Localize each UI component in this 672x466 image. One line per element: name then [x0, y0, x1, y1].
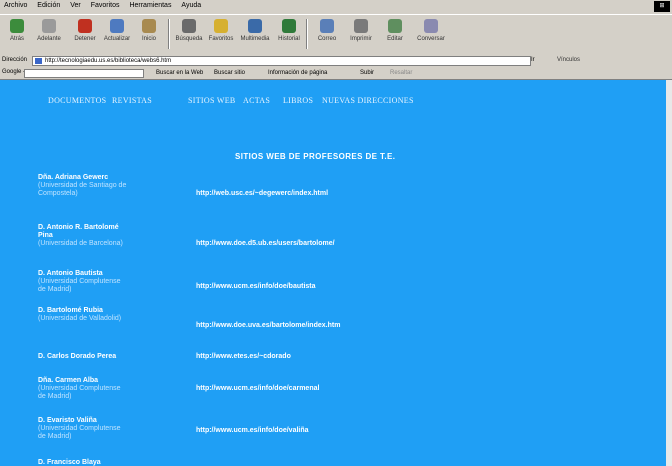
search-button[interactable]: Búsqueda: [174, 17, 204, 42]
nav-revistas[interactable]: REVISTAS: [112, 96, 152, 105]
entry-name: Dña. Carmen Alba (Universidad Complutense…: [38, 377, 128, 401]
address-input[interactable]: http://tecnologiaedu.us.es/biblioteca/we…: [32, 56, 531, 66]
google-highlight[interactable]: Resaltar: [390, 70, 412, 76]
mail-icon: [320, 19, 334, 33]
entry-affiliation: (Universidad Complutense de Madrid): [38, 425, 121, 440]
entry-url-link[interactable]: http://www.ucm.es/info/doe/valiña: [196, 427, 309, 434]
print-icon: [354, 19, 368, 33]
address-label: Dirección: [2, 57, 28, 63]
back-button[interactable]: Atrás: [2, 17, 32, 42]
menu-herramientas[interactable]: Herramientas: [129, 2, 171, 9]
menu-ver[interactable]: Ver: [70, 2, 81, 9]
entry-affiliation: (Universidad de Valladolid): [38, 315, 122, 322]
google-search-web[interactable]: Buscar en la Web: [156, 70, 203, 76]
refresh-button[interactable]: Actualizar: [102, 17, 132, 42]
google-search-site[interactable]: Buscar sitio: [214, 70, 245, 76]
menu-bar: Archivo Edición Ver Favoritos Herramient…: [0, 0, 672, 13]
entry-url-link[interactable]: http://www.ucm.es/info/doe/bautista: [196, 283, 316, 290]
nav-sitios-web[interactable]: SITIOS WEB: [188, 96, 236, 105]
address-value: http://tecnologiaedu.us.es/biblioteca/we…: [45, 58, 172, 64]
media-button[interactable]: Multimedia: [240, 17, 270, 42]
discuss-button[interactable]: Conversar: [416, 17, 446, 42]
entry-name: D. Bartolomé Rubia (Universidad de Vallad…: [38, 307, 128, 323]
entry-url-link[interactable]: http://www.doe.uva.es/bartolome/index.ht…: [196, 322, 340, 329]
address-bar: Dirección http://tecnologiaedu.us.es/bib…: [0, 55, 672, 66]
stop-button[interactable]: Detener: [70, 17, 100, 42]
google-logo[interactable]: Google -: [2, 69, 25, 75]
google-search-input[interactable]: [24, 69, 144, 78]
entry-affiliation: (Universidad Complutense de Madrid): [38, 385, 121, 400]
google-toolbar: Google - Buscar en la Web Buscar sitio I…: [0, 67, 672, 80]
home-icon: [142, 19, 156, 33]
discuss-icon: [424, 19, 438, 33]
nav-nuevas-direcciones[interactable]: NUEVAS DIRECCIONES: [322, 96, 414, 105]
menu-favoritos[interactable]: Favoritos: [91, 2, 120, 9]
entry-url-link[interactable]: http://www.doe.d5.ub.es/users/bartolome/: [196, 240, 335, 247]
favorites-icon: [214, 19, 228, 33]
print-button[interactable]: Imprimir: [346, 17, 376, 42]
browser-toolbar: Atrás Adelante Detener Actualizar Inicio…: [0, 14, 672, 56]
home-button[interactable]: Inicio: [134, 17, 164, 42]
web-page: DOCUMENTOS REVISTAS SITIOS WEB ACTAS LIB…: [0, 80, 672, 466]
favorites-button[interactable]: Favoritos: [206, 17, 236, 42]
forward-arrow-icon: [42, 19, 56, 33]
windows-logo-icon: ⊞: [654, 1, 670, 12]
entry-name: D. Evaristo Valiña (Universidad Compluten…: [38, 417, 128, 441]
back-arrow-icon: [10, 19, 24, 33]
nav-libros[interactable]: LIBROS: [283, 96, 313, 105]
stop-icon: [78, 19, 92, 33]
entry-name: Dña. Adriana Gewerc (Universidad de Santi…: [38, 174, 127, 197]
scrollbar[interactable]: [666, 80, 672, 466]
nav-documentos[interactable]: DOCUMENTOS: [48, 96, 106, 105]
page-icon: [35, 58, 42, 64]
entry-url-link[interactable]: http://www.ucm.es/info/doe/carmenal: [196, 385, 319, 392]
page-title: SITIOS WEB DE PROFESORES DE T.E.: [235, 152, 396, 161]
history-icon: [282, 19, 296, 33]
nav-actas[interactable]: ACTAS: [243, 96, 270, 105]
edit-button[interactable]: Editar: [380, 17, 410, 42]
edit-icon: [388, 19, 402, 33]
entry-name: D. Francisco Blaya: [38, 459, 101, 466]
entry-url-link[interactable]: http://www.etes.es/~cdorado: [196, 353, 291, 360]
menu-ayuda[interactable]: Ayuda: [181, 2, 201, 9]
refresh-icon: [110, 19, 124, 33]
search-icon: [182, 19, 196, 33]
entry-affiliation: (Universidad Complutense de Madrid): [38, 278, 121, 293]
entry-affiliation: (Universidad de Santiago de Compostela): [38, 182, 127, 197]
media-icon: [248, 19, 262, 33]
history-button[interactable]: Historial: [274, 17, 304, 42]
entry-affiliation: (Universidad de Barcelona): [38, 240, 123, 247]
links-button[interactable]: Vínculos: [557, 57, 580, 63]
go-button[interactable]: Ir: [531, 57, 535, 63]
forward-button[interactable]: Adelante: [34, 17, 64, 42]
google-up[interactable]: Subir: [360, 70, 374, 76]
mail-button[interactable]: Correo: [312, 17, 342, 42]
entry-url-link[interactable]: http://web.usc.es/~degewerc/index.html: [196, 190, 328, 197]
entry-name: D. Antonio R. Bartolomé Pina (Universidad…: [38, 224, 128, 248]
menu-archivo[interactable]: Archivo: [4, 2, 27, 9]
menu-edicion[interactable]: Edición: [37, 2, 60, 9]
entry-name: D. Carlos Dorado Perea: [38, 353, 117, 360]
google-page-info[interactable]: Información de página: [268, 70, 327, 76]
entry-name: D. Antonio Bautista (Universidad Complute…: [38, 270, 128, 294]
